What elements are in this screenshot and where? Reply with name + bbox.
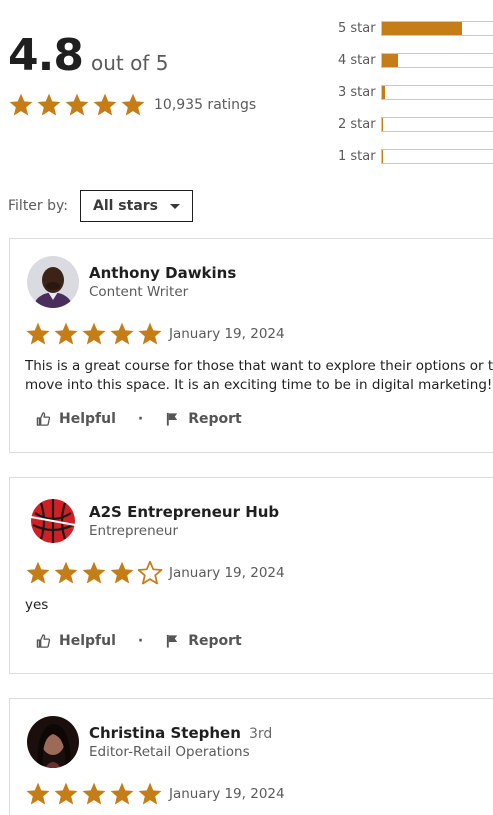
distribution-row-1[interactable]: 1 star [338,140,493,172]
star-filled-icon [8,92,34,118]
review-date: January 19, 2024 [169,786,285,802]
distribution-bar-fill [382,53,398,67]
review-card: Christina Stephen 3rd Editor-Retail Oper… [9,698,493,815]
review-text-line: This is a great course for those that wa… [25,358,493,374]
reviewer-name[interactable]: Anthony Dawkins [89,264,236,282]
avatar[interactable] [27,495,79,547]
star-filter-value: All stars [92,198,159,214]
star-filled-icon [81,560,107,586]
rating-distribution: 5 star 4 star 3 star 2 star 1 star [338,12,493,172]
reviewer-name[interactable]: Christina Stephen [89,724,241,742]
star-filled-icon [109,321,135,347]
thumbs-up-icon [36,411,51,427]
flag-icon [165,411,180,427]
distribution-label: 1 star [338,148,376,164]
avatar[interactable] [27,716,79,768]
review-date: January 19, 2024 [169,326,285,342]
report-button[interactable]: Report [165,633,242,649]
average-stars: 10,935 ratings [8,92,256,118]
distribution-bar [381,52,493,68]
avatar[interactable] [27,256,79,308]
ratings-count: 10,935 ratings [154,97,257,113]
star-filled-icon [53,560,79,586]
distribution-bar [381,20,493,36]
star-rating [25,321,163,347]
helpful-label: Helpful [59,411,116,427]
distribution-label: 3 star [338,84,376,100]
distribution-bar [381,116,493,132]
star-filled-icon [92,92,118,118]
star-filled-icon [25,560,51,586]
star-filled-icon [64,92,90,118]
distribution-bar-fill [382,21,462,35]
reviewer-role: Entrepreneur [89,523,179,539]
reviewer-name[interactable]: A2S Entrepreneur Hub [89,503,279,521]
flag-icon [165,633,180,649]
distribution-row-2[interactable]: 2 star [338,108,493,140]
star-filled-icon [53,321,79,347]
thumbs-up-icon [36,633,51,649]
distribution-row-4[interactable]: 4 star [338,44,493,76]
review-text-line: yes [25,597,49,613]
star-rating [25,560,163,586]
filter-bar: Filter by: All stars [8,190,193,222]
reviewer-role: Editor-Retail Operations [89,744,250,760]
average-rating: 4.8 out of 5 [8,30,168,81]
review-card: A2S Entrepreneur Hub Entrepreneur Januar… [9,477,493,674]
action-separator: · [137,411,144,427]
average-rating-scale: out of 5 [90,51,169,75]
star-rating [25,781,163,807]
report-label: Report [188,411,242,427]
star-filled-icon [36,92,62,118]
distribution-row-5[interactable]: 5 star [338,12,493,44]
helpful-button[interactable]: Helpful [36,633,116,649]
star-filled-icon [109,560,135,586]
star-filled-icon [81,781,107,807]
star-filled-icon [137,781,163,807]
distribution-bar [381,84,493,100]
report-label: Report [188,633,242,649]
distribution-label: 4 star [338,52,376,68]
distribution-bar-fill [382,85,386,99]
distribution-row-3[interactable]: 3 star [338,76,493,108]
star-filled-icon [25,321,51,347]
distribution-bar [381,148,493,164]
review-date: January 19, 2024 [169,565,285,581]
review-text-line: move into this space. It is an exciting … [25,377,493,393]
star-filled-icon [120,92,146,118]
star-filled-icon [25,781,51,807]
helpful-button[interactable]: Helpful [36,411,116,427]
star-empty-icon [137,560,163,586]
connection-degree: 3rd [249,726,273,742]
star-filled-icon [109,781,135,807]
review-text: yes [25,596,493,615]
star-filled-icon [137,321,163,347]
report-button[interactable]: Report [165,411,242,427]
action-separator: · [137,633,144,649]
distribution-label: 2 star [338,116,376,132]
review-card: Anthony Dawkins Content Writer January 1… [9,238,493,453]
filter-label: Filter by: [8,198,68,214]
distribution-bar-fill [382,149,384,163]
star-rating [8,92,146,118]
average-rating-value: 4.8 [8,30,84,81]
reviewer-role: Content Writer [89,284,189,300]
star-filled-icon [81,321,107,347]
star-filter-dropdown[interactable]: All stars [80,190,193,222]
distribution-bar-fill [382,117,384,131]
rating-summary: 4.8 out of 5 10,935 ratings 5 star 4 sta… [8,0,493,180]
caret-down-icon [170,203,181,209]
star-filled-icon [53,781,79,807]
distribution-label: 5 star [338,20,376,36]
review-text: This is a great course for those that wa… [25,357,493,395]
helpful-label: Helpful [59,633,116,649]
